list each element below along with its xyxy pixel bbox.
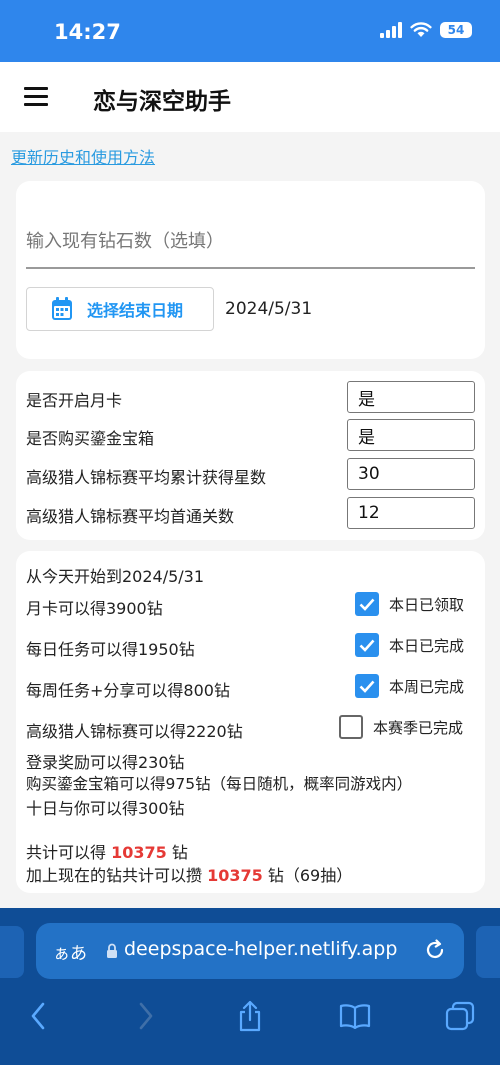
check-label: 本周已完成 (389, 677, 465, 696)
back-button[interactable] (16, 994, 60, 1038)
browser-toolbar: ぁあ deepspace-helper.netlify.app (0, 908, 500, 1065)
tournament-season-done-checkbox[interactable]: 本赛季已完成 (339, 715, 463, 739)
combined-suffix: 钻（69抽） (262, 866, 353, 885)
summary-heading: 从今天开始到2024/5/31 (26, 567, 205, 586)
share-button[interactable] (228, 994, 272, 1038)
combined-line: 加上现在的钻共计可以攒 10375 钻（69抽） (26, 862, 352, 886)
wifi-icon (410, 22, 432, 37)
setting-row-monthly-card: 是否开启月卡 (26, 381, 475, 413)
bottom-nav (0, 994, 500, 1044)
avg-stars-input[interactable] (347, 458, 475, 490)
status-time: 14:27 (54, 20, 121, 44)
daily-task-done-checkbox[interactable]: 本日已完成 (355, 633, 464, 657)
app-bar: 恋与深空助手 (0, 62, 500, 132)
setting-label: 是否开启月卡 (26, 391, 123, 410)
gold-chest-reward: 购买鎏金宝箱可以得975钻（每日随机，概率同游戏内） (26, 775, 413, 793)
chevron-left-icon (31, 1002, 45, 1030)
ten-days-reward: 十日与你可以得300钻 (26, 799, 185, 818)
setting-label: 高级猎人锦标赛平均首通关数 (26, 507, 235, 526)
previous-tab-preview[interactable] (0, 926, 24, 978)
weekly-task-done-checkbox[interactable]: 本周已完成 (355, 674, 464, 698)
setting-row-avg-first-clear: 高级猎人锦标赛平均首通关数 (26, 497, 475, 529)
settings-card: 是否开启月卡 是否购买鎏金宝箱 高级猎人锦标赛平均累计获得星数 高级猎人锦标赛平… (16, 371, 485, 540)
gold-chest-select[interactable] (347, 419, 475, 451)
checkmark-icon (355, 592, 379, 616)
lock-icon (107, 943, 117, 958)
end-date-value: 2024/5/31 (225, 299, 313, 319)
tournament-reward: 高级猎人锦标赛可以得2220钻 (26, 722, 243, 741)
select-end-date-button[interactable]: 选择结束日期 (26, 287, 214, 331)
input-card: 选择结束日期 2024/5/31 (16, 181, 485, 359)
combined-prefix: 加上现在的钻共计可以攒 (26, 866, 208, 885)
battery-indicator: 54 (440, 22, 472, 38)
next-tab-preview[interactable] (476, 926, 500, 978)
setting-label: 高级猎人锦标赛平均累计获得星数 (26, 468, 267, 487)
status-bar: 14:27 54 (0, 0, 500, 62)
bookmarks-button[interactable] (333, 994, 377, 1038)
tabs-icon (445, 1001, 475, 1031)
setting-row-gold-chest: 是否购买鎏金宝箱 (26, 419, 475, 451)
monthly-card-reward: 月卡可以得3900钻 (26, 599, 163, 618)
checkmark-icon (355, 674, 379, 698)
total-prefix: 共计可以得 (26, 843, 112, 862)
daily-task-reward: 每日任务可以得1950钻 (26, 640, 195, 659)
empty-checkbox-icon (339, 715, 363, 739)
monthly-card-claimed-checkbox[interactable]: 本日已领取 (355, 592, 464, 616)
combined-value: 10375 (207, 866, 263, 885)
reader-options-button[interactable]: ぁあ (53, 939, 87, 964)
summary-card: 从今天开始到2024/5/31 月卡可以得3900钻 本日已领取 每日任务可以得… (16, 551, 485, 893)
total-value: 10375 (111, 843, 167, 862)
chevron-right-icon (139, 1002, 153, 1030)
check-label: 本赛季已完成 (373, 718, 464, 737)
book-icon (339, 1004, 371, 1029)
check-label: 本日已完成 (389, 636, 465, 655)
calendar-icon (52, 297, 72, 320)
url-text: deepspace-helper.netlify.app (124, 938, 398, 960)
checkmark-icon (355, 633, 379, 657)
status-indicators: 54 (380, 22, 472, 38)
date-button-label: 选择结束日期 (87, 301, 184, 320)
login-reward: 登录奖励可以得230钻 (26, 753, 185, 772)
hamburger-menu-icon[interactable] (24, 87, 48, 107)
setting-label: 是否购买鎏金宝箱 (26, 429, 155, 448)
total-line: 共计可以得 10375 钻 (26, 839, 188, 863)
diamond-count-input[interactable] (26, 215, 475, 269)
address-bar[interactable]: ぁあ deepspace-helper.netlify.app (36, 923, 464, 979)
monthly-card-select[interactable] (347, 381, 475, 413)
weekly-task-reward: 每周任务+分享可以得800钻 (26, 681, 230, 700)
avg-first-clear-input[interactable] (347, 497, 475, 529)
total-suffix: 钻 (166, 843, 188, 862)
update-history-link[interactable]: 更新历史和使用方法 (11, 144, 155, 168)
share-icon (239, 1000, 261, 1032)
reload-icon[interactable] (424, 939, 446, 961)
check-label: 本日已领取 (389, 595, 465, 614)
cellular-signal-icon (380, 22, 402, 38)
page-title: 恋与深空助手 (93, 89, 231, 115)
tabs-button[interactable] (438, 994, 482, 1038)
forward-button[interactable] (124, 994, 168, 1038)
setting-row-avg-stars: 高级猎人锦标赛平均累计获得星数 (26, 458, 475, 490)
